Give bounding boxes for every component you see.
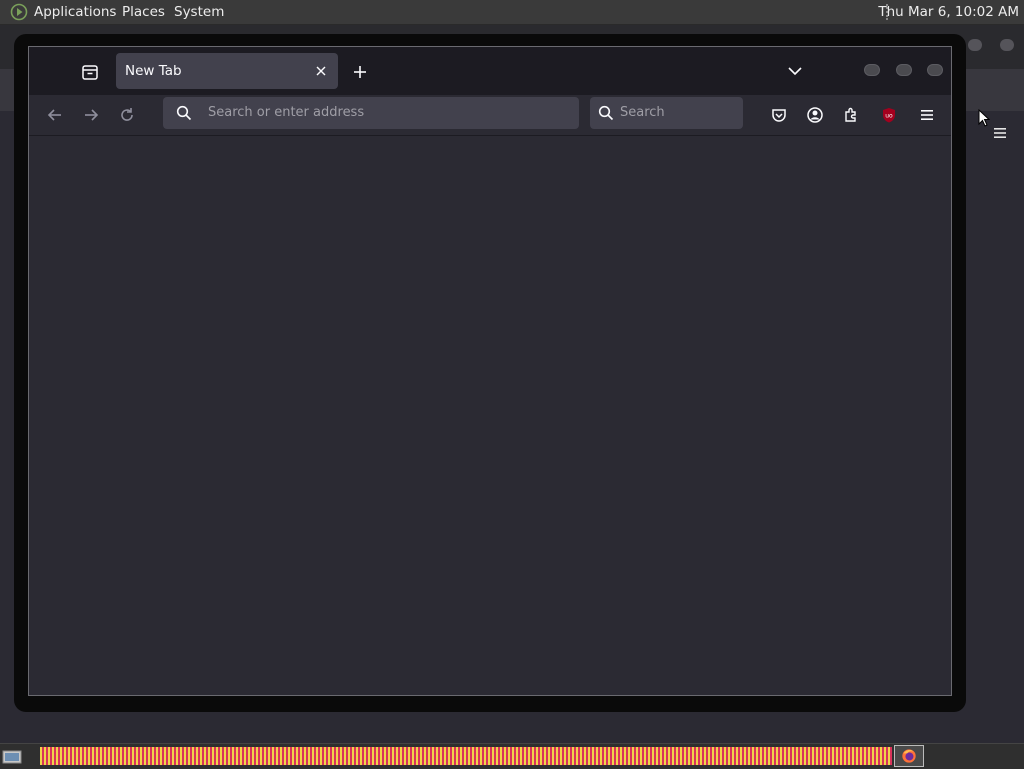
list-all-tabs-chevron-down-icon[interactable]: [785, 61, 805, 81]
page-content[interactable]: [29, 136, 951, 695]
clock[interactable]: Thu Mar 6, 10:02 AM: [878, 4, 1019, 20]
menu-icon[interactable]: [917, 105, 937, 125]
taskbar-firefox-button[interactable]: [894, 745, 924, 767]
top-panel: Applications Places System Thu Mar 6, 10…: [0, 0, 1024, 25]
search-icon: [176, 105, 192, 121]
places-menu[interactable]: Places: [122, 4, 165, 20]
firefox-window: New Tab Search or enter address Search u…: [28, 46, 952, 696]
background-minimize-button[interactable]: [968, 39, 982, 51]
extensions-icon[interactable]: [841, 105, 861, 125]
search-bar[interactable]: Search: [590, 97, 743, 129]
tab-title: New Tab: [125, 63, 182, 79]
ublock-origin-icon[interactable]: uo: [879, 105, 899, 125]
show-desktop-icon[interactable]: [2, 749, 22, 765]
navigation-toolbar: Search or enter address Search uo: [29, 95, 951, 136]
pocket-icon[interactable]: [769, 105, 789, 125]
background-maximize-button[interactable]: [1000, 39, 1014, 51]
url-bar-placeholder: Search or enter address: [208, 105, 365, 120]
background-menu-icon[interactable]: [990, 125, 1010, 141]
tab-bar: New Tab: [29, 47, 951, 95]
close-window-button[interactable]: [927, 64, 943, 76]
bottom-panel: [0, 743, 1024, 769]
search-bar-placeholder: Search: [620, 105, 665, 120]
firefox-icon: [902, 749, 916, 763]
applications-logo-icon[interactable]: [10, 3, 28, 21]
system-menu[interactable]: System: [174, 4, 224, 20]
mouse-cursor-icon: [978, 109, 990, 127]
account-icon[interactable]: [805, 105, 825, 125]
firefox-view-icon[interactable]: [79, 61, 101, 83]
maximize-button[interactable]: [896, 64, 912, 76]
minimize-button[interactable]: [864, 64, 880, 76]
reload-icon[interactable]: [117, 105, 137, 125]
url-bar[interactable]: Search or enter address: [163, 97, 579, 129]
applications-menu[interactable]: Applications: [34, 4, 116, 20]
tab-new-tab[interactable]: New Tab: [116, 53, 338, 89]
forward-icon[interactable]: [81, 105, 101, 125]
search-icon: [598, 105, 614, 121]
back-icon[interactable]: [45, 105, 65, 125]
new-tab-icon[interactable]: [349, 61, 371, 83]
svg-text:uo: uo: [885, 113, 893, 120]
window-list[interactable]: [40, 747, 892, 765]
close-tab-icon[interactable]: [312, 62, 330, 80]
